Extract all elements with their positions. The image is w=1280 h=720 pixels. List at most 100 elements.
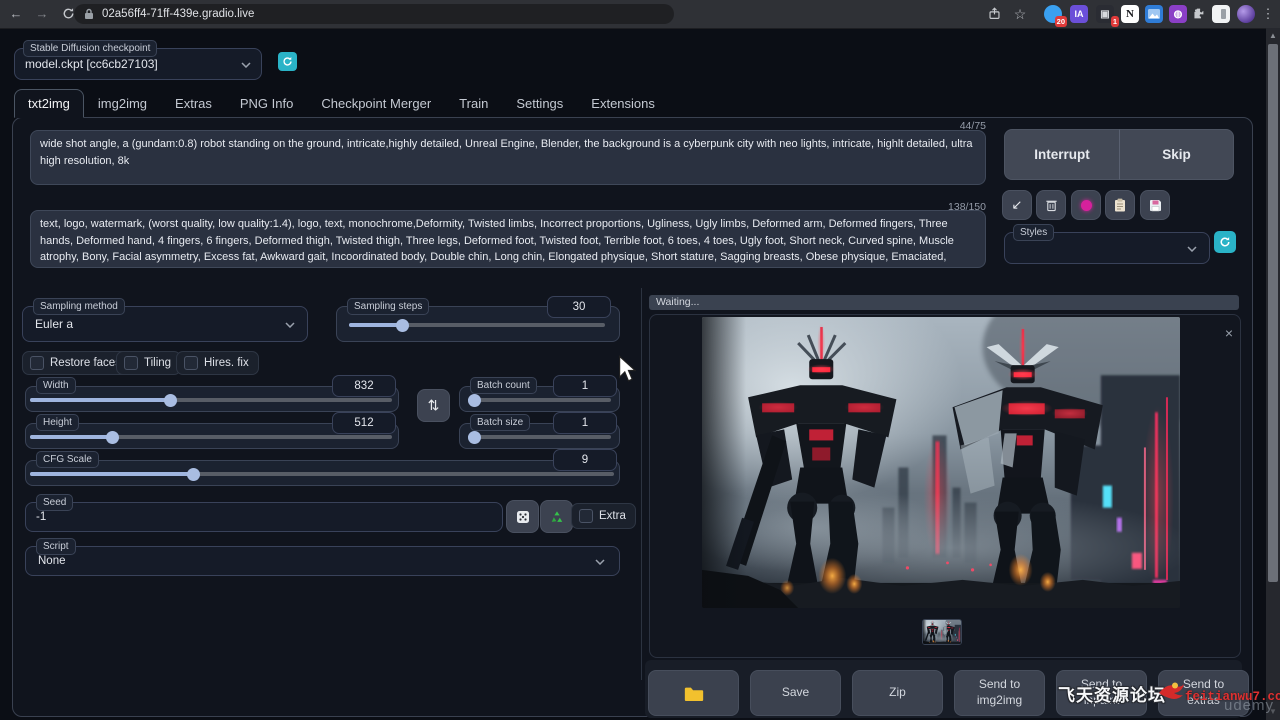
tab-checkpoint-merger[interactable]: Checkpoint Merger [307,89,445,118]
extension-notion-icon[interactable]: N [1121,5,1139,23]
extension-dark-icon[interactable]: ▣ 1 [1096,5,1114,23]
sidebar-panel-icon[interactable] [1212,5,1230,23]
tab-train[interactable]: Train [445,89,502,118]
sampling-method-dropdown[interactable]: Sampling method Euler a [22,306,308,342]
bookmark-star-icon[interactable]: ☆ [1010,4,1030,24]
slider-knob[interactable] [396,319,409,332]
styles-dropdown[interactable]: Styles [1004,232,1210,264]
scrollbar-thumb[interactable] [1268,44,1278,582]
sampling-steps-label: Sampling steps [347,298,429,315]
tab-img2img[interactable]: img2img [84,89,161,118]
tab-png-info[interactable]: PNG Info [226,89,307,118]
reuse-seed-button[interactable] [540,500,573,533]
batch-count-label: Batch count [470,377,537,394]
tab-txt2img[interactable]: txt2img [14,89,84,118]
save-button[interactable]: Save [750,670,841,716]
lock-icon [84,8,94,20]
close-image-icon[interactable]: × [1220,324,1238,342]
trash-icon [1045,198,1058,212]
seed-input[interactable]: Seed -1 [25,502,503,532]
script-dropdown[interactable]: Script None [25,546,620,576]
watermark-bird-icon [1157,679,1185,703]
seed-label: Seed [36,494,73,511]
batch-count-input[interactable]: 1 [553,375,617,397]
prompt-textarea[interactable]: wide shot angle, a (gundam:0.8) robot st… [30,130,986,185]
back-icon[interactable]: ← [6,4,26,24]
extra-seed-checkbox[interactable]: Extra [571,503,636,529]
extension-ia-icon[interactable]: IA [1070,5,1088,23]
zip-button[interactable]: Zip [852,670,943,716]
extension-image-icon[interactable] [1145,5,1163,23]
recycle-icon [550,510,564,524]
checkbox-box[interactable] [30,356,44,370]
extension-badge: 20 [1055,16,1067,27]
checkbox-box[interactable] [124,356,138,370]
gallery-thumbnail[interactable] [922,619,962,645]
extension-purple-icon[interactable]: ◍ [1169,5,1187,23]
checkpoint-refresh-button[interactable] [278,52,297,71]
swap-dimensions-button[interactable]: ⇅ [417,389,450,422]
random-seed-button[interactable] [506,500,539,533]
height-slider[interactable] [30,435,392,439]
apply-styles-button[interactable] [1105,190,1135,220]
cfg-scale-slider[interactable] [30,472,614,476]
share-icon[interactable] [984,4,1004,24]
checkpoint-label: Stable Diffusion checkpoint [23,40,157,57]
extension-blue-dot-icon[interactable]: 20 [1044,5,1062,23]
extensions-puzzle-icon[interactable] [1188,4,1208,24]
slider-knob[interactable] [468,394,481,407]
slider-knob[interactable] [187,468,200,481]
tiling-checkbox[interactable]: Tiling [116,351,181,375]
clipboard-icon [1114,198,1126,212]
cfg-scale-input[interactable]: 9 [553,449,617,471]
batch-count-slider[interactable] [468,398,611,402]
cfg-scale-label: CFG Scale [36,451,99,468]
generated-image[interactable] [702,317,1180,608]
progress-status: Waiting... [649,295,1239,310]
tab-extensions[interactable]: Extensions [577,89,669,118]
extra-networks-button[interactable] [1071,190,1101,220]
hires-fix-checkbox[interactable]: Hires. fix [176,351,259,375]
checkbox-box[interactable] [184,356,198,370]
forward-icon[interactable]: → [32,4,52,24]
column-divider [641,288,642,680]
address-bar[interactable]: 02a56ff4-71ff-439e.gradio.live [74,4,674,24]
chevron-down-icon [285,322,295,328]
page-scrollbar[interactable]: ▲ ▼ [1266,28,1280,720]
chevron-down-icon [241,62,251,68]
open-folder-button[interactable] [648,670,739,716]
slider-knob[interactable] [468,431,481,444]
batch-size-input[interactable]: 1 [553,412,617,434]
scrollbar-up-icon[interactable]: ▲ [1266,29,1280,43]
batch-size-label: Batch size [470,414,530,431]
sampling-steps-slider[interactable] [349,323,605,327]
extension-badge: 1 [1111,16,1119,27]
checkpoint-dropdown[interactable]: Stable Diffusion checkpoint model.ckpt [… [14,48,262,80]
restore-faces-checkbox[interactable]: Restore faces [22,351,131,375]
styles-refresh-button[interactable] [1214,231,1236,253]
height-input[interactable]: 512 [332,412,396,434]
forum-watermark: 飞天资源论坛 [1058,681,1166,706]
styles-label: Styles [1013,224,1054,241]
profile-avatar[interactable] [1237,5,1255,23]
interrupt-button[interactable]: Interrupt [1004,129,1120,180]
paste-params-button[interactable]: ↙ [1002,190,1032,220]
tab-extras[interactable]: Extras [161,89,226,118]
slider-knob[interactable] [164,394,177,407]
negative-prompt-textarea[interactable]: text, logo, watermark, (worst quality, l… [30,210,986,268]
chevron-down-icon [1187,246,1197,252]
main-tabs: txt2img img2img Extras PNG Info Checkpoi… [14,89,669,118]
width-slider[interactable] [30,398,392,402]
skip-button[interactable]: Skip [1119,129,1234,180]
browser-menu-icon[interactable]: ⋮ [1258,4,1278,24]
tab-settings[interactable]: Settings [502,89,577,118]
clear-prompt-button[interactable] [1036,190,1066,220]
checkbox-box[interactable] [579,509,593,523]
batch-size-slider[interactable] [468,435,611,439]
width-input[interactable]: 832 [332,375,396,397]
send-to-img2img-button[interactable]: Send to img2img [954,670,1045,716]
dice-icon [516,510,530,524]
slider-knob[interactable] [106,431,119,444]
sampling-steps-input[interactable]: 30 [547,296,611,318]
save-style-button[interactable] [1140,190,1170,220]
